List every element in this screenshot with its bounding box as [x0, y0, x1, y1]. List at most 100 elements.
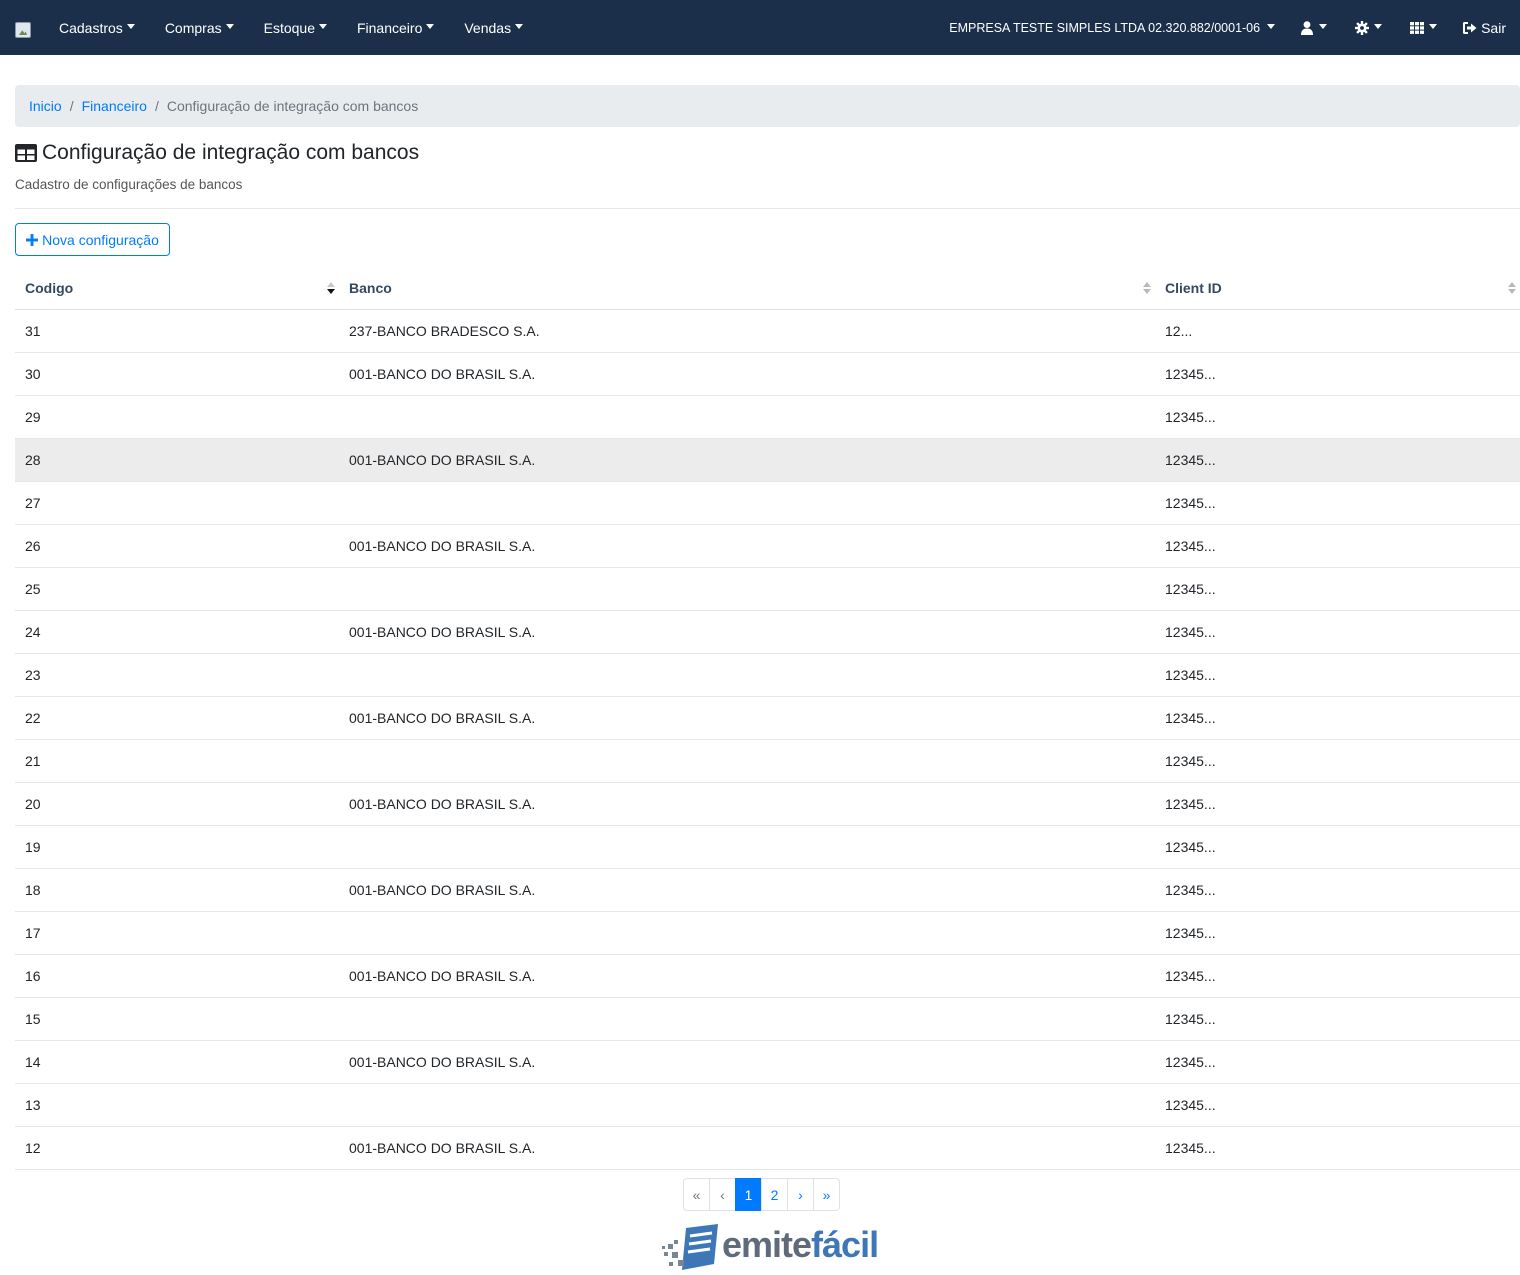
- cell-banco: [339, 911, 1155, 955]
- column-header-banco[interactable]: Banco: [339, 267, 1155, 310]
- menu-vendas[interactable]: Vendas: [449, 0, 538, 55]
- table-row[interactable]: 12 001-BANCO DO BRASIL S.A. 12345...: [15, 1126, 1520, 1170]
- pagination-next[interactable]: ›: [787, 1178, 814, 1211]
- cell-codigo: 13: [15, 1083, 339, 1127]
- brand-logo-image[interactable]: [15, 22, 31, 38]
- cell-codigo: 24: [15, 610, 339, 654]
- cell-banco: 001-BANCO DO BRASIL S.A.: [339, 868, 1155, 912]
- user-icon: [1301, 20, 1314, 35]
- table-row[interactable]: 20 001-BANCO DO BRASIL S.A. 12345...: [15, 782, 1520, 826]
- cell-banco: 001-BANCO DO BRASIL S.A.: [339, 782, 1155, 826]
- cell-banco: 001-BANCO DO BRASIL S.A.: [339, 696, 1155, 740]
- table-row[interactable]: 31 237-BANCO BRADESCO S.A. 12...: [15, 309, 1520, 353]
- cell-banco: 001-BANCO DO BRASIL S.A.: [339, 1126, 1155, 1170]
- menu-estoque[interactable]: Estoque: [249, 0, 342, 55]
- company-name: EMPRESA TESTE SIMPLES LTDA 02.320.882/00…: [949, 20, 1261, 35]
- table-row[interactable]: 18 001-BANCO DO BRASIL S.A. 12345...: [15, 868, 1520, 912]
- bank-config-table: Codigo Banco Client ID 31 237-BANCO BRADE…: [15, 267, 1520, 1170]
- table-row[interactable]: 13 12345...: [15, 1083, 1520, 1127]
- cell-codigo: 31: [15, 309, 339, 353]
- cell-codigo: 19: [15, 825, 339, 869]
- cell-codigo: 20: [15, 782, 339, 826]
- cell-client-id: 12345...: [1155, 438, 1520, 482]
- plus-icon: [26, 233, 39, 246]
- table-row[interactable]: 16 001-BANCO DO BRASIL S.A. 12345...: [15, 954, 1520, 998]
- cell-client-id: 12345...: [1155, 352, 1520, 396]
- cell-client-id: 12345...: [1155, 610, 1520, 654]
- logo-mark-icon: [662, 1224, 718, 1270]
- column-header-codigo[interactable]: Codigo: [15, 267, 339, 310]
- caret-down-icon: [1267, 24, 1276, 29]
- breadcrumb-home-link[interactable]: Inicio: [29, 98, 62, 114]
- pagination-first: «: [683, 1178, 710, 1211]
- pagination-last[interactable]: »: [813, 1178, 840, 1211]
- breadcrumb-current: Configuração de integração com bancos: [166, 98, 419, 114]
- breadcrumb-financeiro-link[interactable]: Financeiro: [82, 98, 147, 114]
- table-row[interactable]: 14 001-BANCO DO BRASIL S.A. 12345...: [15, 1040, 1520, 1084]
- cell-banco: 001-BANCO DO BRASIL S.A.: [339, 438, 1155, 482]
- pagination-page-2[interactable]: 2: [761, 1178, 788, 1211]
- table-row[interactable]: 27 12345...: [15, 481, 1520, 525]
- cell-banco: [339, 567, 1155, 611]
- table-row[interactable]: 22 001-BANCO DO BRASIL S.A. 12345...: [15, 696, 1520, 740]
- cell-banco: [339, 739, 1155, 783]
- cell-codigo: 21: [15, 739, 339, 783]
- breadcrumb: Inicio / Financeiro / Configuração de in…: [15, 85, 1520, 127]
- cell-codigo: 22: [15, 696, 339, 740]
- logout-button[interactable]: Sair: [1451, 20, 1520, 36]
- cell-banco: [339, 1083, 1155, 1127]
- column-header-label: Codigo: [25, 279, 74, 296]
- cell-banco: [339, 395, 1155, 439]
- caret-down-icon: [426, 24, 435, 29]
- menu-label: Estoque: [263, 19, 315, 36]
- user-menu-button[interactable]: [1287, 0, 1341, 55]
- cell-codigo: 17: [15, 911, 339, 955]
- table-row[interactable]: 15 12345...: [15, 997, 1520, 1041]
- cell-client-id: 12345...: [1155, 1040, 1520, 1084]
- page-title: Configuração de integração com bancos: [15, 141, 419, 165]
- table-row[interactable]: 24 001-BANCO DO BRASIL S.A. 12345...: [15, 610, 1520, 654]
- sort-icon: [1143, 282, 1151, 294]
- company-selector[interactable]: EMPRESA TESTE SIMPLES LTDA 02.320.882/00…: [937, 21, 1287, 35]
- cell-codigo: 23: [15, 653, 339, 697]
- settings-menu-button[interactable]: [1341, 0, 1396, 55]
- column-header-client-id[interactable]: Client ID: [1155, 267, 1520, 310]
- pagination-page-1[interactable]: 1: [735, 1178, 762, 1211]
- cell-codigo: 16: [15, 954, 339, 998]
- grid-icon: [1410, 21, 1425, 34]
- menu-label: Cadastros: [59, 19, 123, 36]
- new-configuration-label: Nova configuração: [42, 231, 159, 248]
- cell-codigo: 14: [15, 1040, 339, 1084]
- menu-label: Compras: [164, 19, 222, 36]
- table-row[interactable]: 29 12345...: [15, 395, 1520, 439]
- pagination: « ‹ 1 2 › »: [683, 1178, 840, 1211]
- table-row[interactable]: 26 001-BANCO DO BRASIL S.A. 12345...: [15, 524, 1520, 568]
- cell-banco: 001-BANCO DO BRASIL S.A.: [339, 524, 1155, 568]
- menu-label: Financeiro: [356, 19, 423, 36]
- cell-banco: [339, 653, 1155, 697]
- cell-client-id: 12...: [1155, 309, 1520, 353]
- cell-client-id: 12345...: [1155, 911, 1520, 955]
- table-row[interactable]: 23 12345...: [15, 653, 1520, 697]
- navbar-right: EMPRESA TESTE SIMPLES LTDA 02.320.882/00…: [937, 0, 1520, 55]
- table-header-row: Codigo Banco Client ID: [15, 267, 1520, 310]
- cell-codigo: 27: [15, 481, 339, 525]
- table-row[interactable]: 17 12345...: [15, 911, 1520, 955]
- menu-financeiro[interactable]: Financeiro: [342, 0, 449, 55]
- table-row[interactable]: 19 12345...: [15, 825, 1520, 869]
- cell-codigo: 30: [15, 352, 339, 396]
- menu-cadastros[interactable]: Cadastros: [44, 0, 150, 55]
- logo-text: emitefácil: [722, 1224, 879, 1266]
- menu-compras[interactable]: Compras: [150, 0, 249, 55]
- apps-menu-button[interactable]: [1396, 0, 1451, 55]
- cell-client-id: 12345...: [1155, 524, 1520, 568]
- breadcrumb-separator: /: [154, 98, 159, 114]
- cell-client-id: 12345...: [1155, 825, 1520, 869]
- cell-client-id: 12345...: [1155, 1126, 1520, 1170]
- caret-down-icon: [1429, 24, 1438, 29]
- new-configuration-button[interactable]: Nova configuração: [15, 223, 170, 256]
- table-row[interactable]: 28 001-BANCO DO BRASIL S.A. 12345...: [15, 438, 1520, 482]
- table-row[interactable]: 30 001-BANCO DO BRASIL S.A. 12345...: [15, 352, 1520, 396]
- table-row[interactable]: 21 12345...: [15, 739, 1520, 783]
- table-row[interactable]: 25 12345...: [15, 567, 1520, 611]
